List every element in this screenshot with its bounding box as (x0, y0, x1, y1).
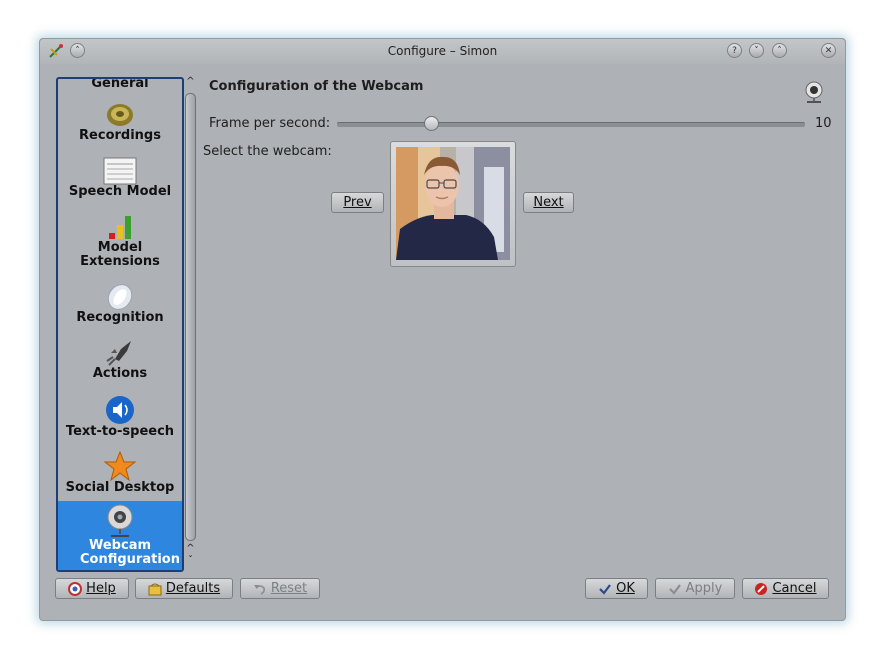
sidebar-item-label: Recordings (79, 128, 161, 143)
sidebar-item-social-desktop[interactable]: Social Desktop (58, 451, 182, 505)
sidebar-item-label: Actions (92, 366, 148, 381)
cancel-button[interactable]: Cancel (742, 578, 829, 599)
ok-button-label: OK (616, 581, 635, 596)
maximize-button[interactable]: ˄ (772, 43, 787, 58)
webcam-icon (107, 504, 133, 537)
rocket-icon (106, 341, 131, 366)
star-icon (103, 451, 137, 481)
scroll-down-arrow[interactable]: ˇ (184, 555, 197, 566)
checkmark-icon (668, 583, 681, 595)
close-button[interactable]: ✕ (821, 43, 836, 58)
page-title: Configuration of the Webcam (209, 79, 424, 94)
category-list[interactable]: General Recordings Speech Model Model Ex… (56, 77, 184, 572)
minimize-button[interactable]: ˅ (749, 43, 764, 58)
speaker-icon (107, 104, 133, 126)
bar-graph-icon (109, 216, 131, 239)
sidebar-item-label: Text-to-speech (65, 424, 175, 439)
sidebar-item-webcam-configuration[interactable]: Webcam Configuration (58, 501, 182, 570)
ok-button[interactable]: OK (585, 578, 648, 599)
help-button-label: Help (86, 581, 116, 596)
undo-icon (253, 584, 265, 595)
sidebar-item-label: Speech Model (68, 184, 172, 199)
sidebar-item-recognition[interactable]: Recognition (58, 283, 182, 337)
fps-label: Frame per second: (209, 116, 331, 131)
checkmark-icon (599, 583, 611, 595)
sidebar-item-label: Webcam Configuration (80, 538, 180, 567)
sidebar-item-label: Recognition (76, 310, 164, 325)
prev-button[interactable]: Prev (331, 192, 384, 213)
sidebar-item-label: General (91, 77, 149, 91)
cancel-icon (755, 582, 768, 595)
recognition-icon (107, 284, 133, 310)
webcam-icon (805, 81, 823, 103)
fps-slider-groove[interactable] (337, 122, 805, 127)
sidebar-item-label: Social Desktop (65, 480, 175, 495)
sidebar-scrollbar[interactable]: ^ ^ ˇ (184, 76, 197, 568)
next-button[interactable]: Next (523, 192, 574, 213)
apply-button[interactable]: Apply (655, 578, 735, 599)
sidebar-item-text-to-speech[interactable]: Text-to-speech (58, 395, 182, 449)
prev-button-label: Prev (343, 195, 372, 210)
reset-button-label: Reset (270, 581, 308, 596)
sidebar-item-general[interactable]: General (58, 77, 182, 93)
title-bar[interactable]: ˄ Configure – Simon ? ˅ ˄ ✕ (40, 39, 845, 64)
help-button[interactable]: Help (55, 578, 129, 599)
reset-button[interactable]: Reset (240, 578, 320, 599)
next-button-label: Next (533, 195, 564, 210)
sidebar-item-recordings[interactable]: Recordings (58, 101, 182, 155)
document-icon (103, 157, 137, 185)
help-icon (68, 581, 83, 596)
scroll-up-arrow-lower[interactable]: ^ (184, 543, 197, 554)
webcam-preview-image (396, 147, 510, 260)
sidebar-item-label: Model Extensions (80, 240, 160, 269)
sidebar-item-model-extensions[interactable]: Model Extensions (58, 213, 182, 275)
sidebar-item-actions[interactable]: Actions (58, 339, 182, 393)
apply-button-label: Apply (685, 581, 723, 596)
fps-value: 10 (815, 116, 832, 131)
context-help-button[interactable]: ? (727, 43, 742, 58)
sidebar-item-speech-model[interactable]: Speech Model (58, 157, 182, 211)
cancel-button-label: Cancel (772, 581, 817, 596)
configure-window: ˄ Configure – Simon ? ˅ ˄ ✕ General Reco… (39, 38, 846, 621)
audio-icon (106, 396, 134, 424)
fps-slider-handle[interactable] (424, 116, 439, 131)
defaults-button[interactable]: Defaults (135, 578, 233, 599)
select-webcam-label: Select the webcam: (203, 144, 332, 159)
defaults-icon (148, 583, 162, 595)
defaults-button-label: Defaults (165, 581, 221, 596)
scrollbar-thumb[interactable] (185, 93, 196, 541)
webcam-preview-frame[interactable] (390, 141, 516, 267)
scroll-up-arrow[interactable]: ^ (184, 76, 197, 87)
window-title: Configure – Simon (387, 44, 498, 58)
